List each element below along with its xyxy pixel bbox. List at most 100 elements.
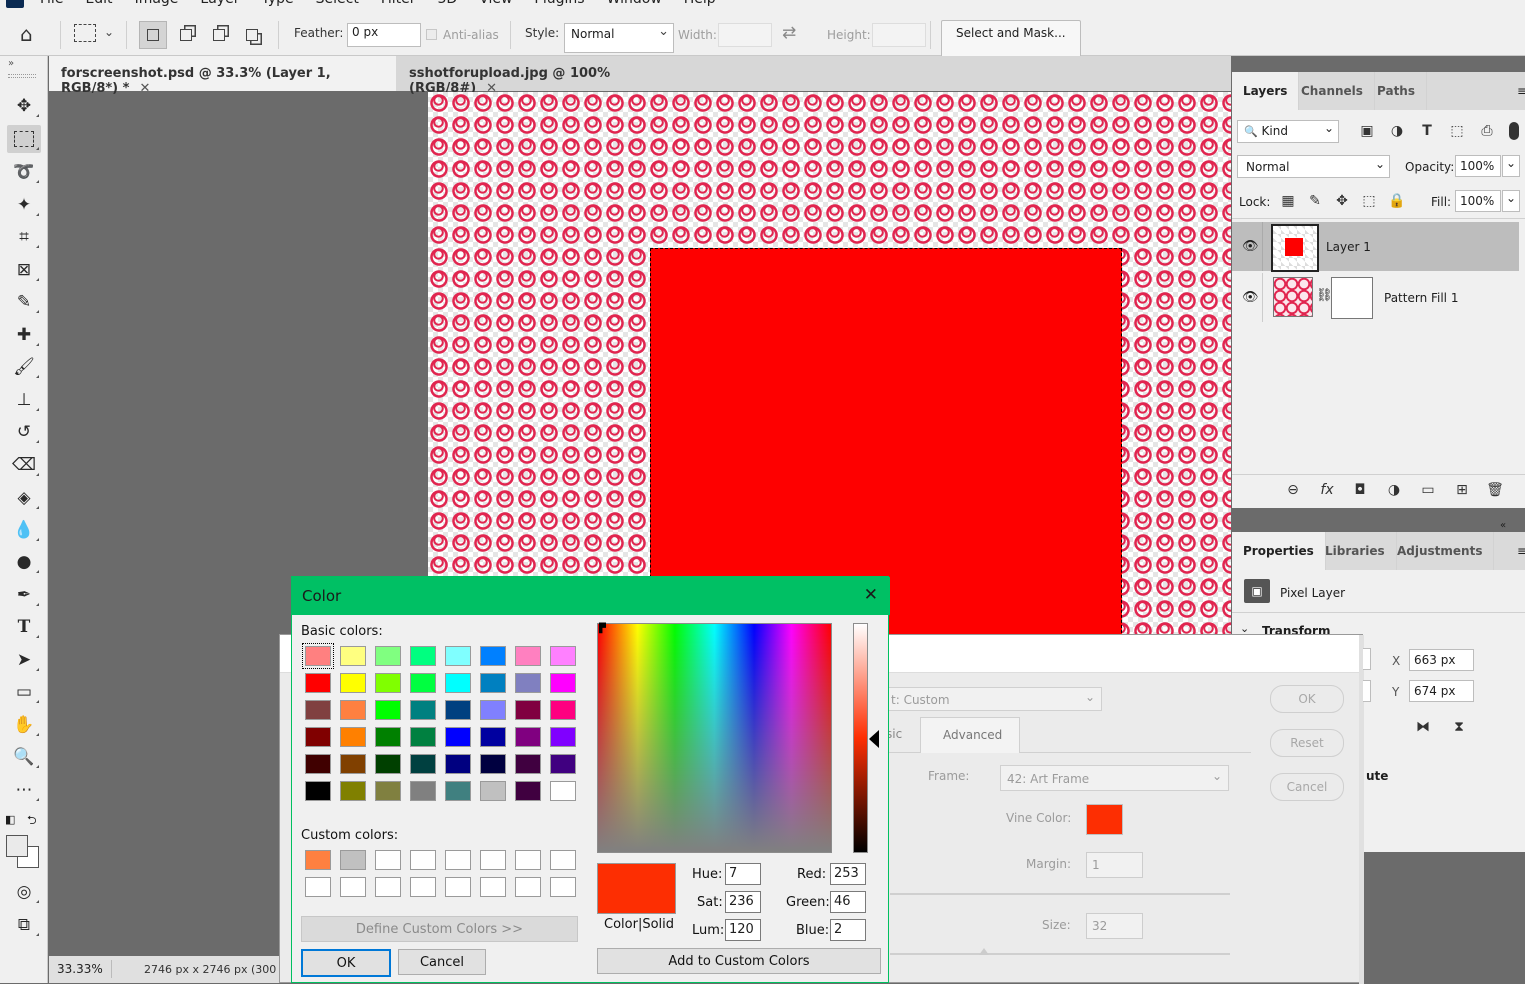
custom-color-swatch[interactable] <box>445 877 471 897</box>
basic-color-swatch[interactable] <box>515 700 541 720</box>
ok-button[interactable]: OK <box>1270 685 1344 713</box>
brush-tool-icon[interactable]: 🖌 <box>7 353 41 381</box>
lock-pixels-icon[interactable]: ✎ <box>1306 192 1324 210</box>
new-layer-icon[interactable]: ⊞ <box>1453 481 1471 499</box>
zoom-level[interactable]: 33.33% <box>57 962 103 976</box>
crop-tool-icon[interactable]: ⌗ <box>7 223 41 251</box>
basic-color-swatch[interactable] <box>340 754 366 774</box>
lock-artboard-icon[interactable]: ⬚ <box>1360 192 1378 210</box>
basic-color-swatch[interactable] <box>550 781 576 801</box>
lasso-tool-icon[interactable]: ➰ <box>7 158 41 186</box>
red-input[interactable]: 253 <box>830 863 866 885</box>
basic-color-swatch[interactable] <box>410 700 436 720</box>
blue-input[interactable]: 2 <box>830 919 866 941</box>
cancel-button[interactable]: Cancel <box>398 949 486 975</box>
basic-color-swatch[interactable] <box>480 781 506 801</box>
type-filter-icon[interactable]: T <box>1418 122 1436 140</box>
cancel-button[interactable]: Cancel <box>1270 773 1344 801</box>
blur-tool-icon[interactable]: 💧 <box>7 516 41 544</box>
swap-colors-icon[interactable]: ⮌ <box>27 811 37 832</box>
basic-color-swatch[interactable] <box>550 646 576 666</box>
tab-forscreenshot[interactable]: forscreenshot.psd @ 33.3% (Layer 1, RGB/… <box>49 56 396 96</box>
magic-wand-tool-icon[interactable]: ✦ <box>7 191 41 219</box>
color-dialog-titlebar[interactable]: Color ✕ <box>292 577 890 615</box>
image-filter-icon[interactable]: ▣ <box>1358 122 1376 140</box>
luminance-slider[interactable] <box>853 623 868 853</box>
fill-input[interactable]: 100% <box>1455 190 1501 212</box>
tab-adjustments[interactable]: Adjustments <box>1386 532 1495 570</box>
basic-color-swatch[interactable] <box>445 781 471 801</box>
basic-color-swatch[interactable] <box>515 781 541 801</box>
lock-position-icon[interactable]: ✥ <box>1333 192 1351 210</box>
basic-color-swatch[interactable] <box>410 754 436 774</box>
menu-item[interactable]: Filter <box>381 0 416 7</box>
basic-color-swatch[interactable] <box>305 754 331 774</box>
menu-item[interactable]: Type <box>261 0 293 7</box>
size-slider-handle[interactable] <box>979 948 989 955</box>
new-group-icon[interactable]: ▭ <box>1419 481 1437 499</box>
fx-icon[interactable]: fx <box>1318 481 1336 499</box>
size-input[interactable]: 32 <box>1086 913 1143 939</box>
select-and-mask-button[interactable]: Select and Mask... <box>941 20 1081 59</box>
y-input[interactable]: 674 px <box>1409 680 1474 702</box>
basic-color-swatch[interactable] <box>340 646 366 666</box>
filter-toggle[interactable] <box>1509 122 1519 140</box>
shape-filter-icon[interactable]: ⬚ <box>1448 122 1466 140</box>
layer-row-pattern-fill-1[interactable]: 👁 ⛓ Pattern Fill 1 <box>1232 273 1519 322</box>
tab-paths[interactable]: Paths <box>1366 72 1427 110</box>
basic-color-swatch[interactable] <box>480 673 506 693</box>
eye-icon[interactable]: 👁 <box>1242 290 1259 305</box>
marquee-tool-icon[interactable] <box>7 125 41 153</box>
vine-color-swatch[interactable] <box>1086 804 1123 835</box>
smart-object-filter-icon[interactable]: ⎙ <box>1478 122 1496 140</box>
menu-item[interactable]: Edit <box>85 0 112 7</box>
adjustment-filter-icon[interactable]: ◑ <box>1388 122 1406 140</box>
screen-mode-icon[interactable]: ⧉ <box>7 911 41 939</box>
move-tool-icon[interactable]: ✥ <box>7 92 41 120</box>
basic-color-swatch[interactable] <box>305 727 331 747</box>
custom-color-swatch[interactable] <box>305 877 331 897</box>
custom-color-swatch[interactable] <box>305 850 331 870</box>
paint-bucket-tool-icon[interactable]: ◈ <box>7 484 41 512</box>
home-icon[interactable]: ⌂ <box>20 22 48 48</box>
menu-item[interactable]: Help <box>684 0 716 7</box>
quick-mask-icon[interactable]: ◎ <box>7 878 41 906</box>
crosshair-cursor[interactable]: ▛ <box>599 625 608 634</box>
basic-color-swatch[interactable] <box>410 673 436 693</box>
custom-color-swatch[interactable] <box>340 850 366 870</box>
menu-item[interactable]: Image <box>135 0 179 7</box>
panel-menu-icon[interactable]: ≡ <box>1517 84 1525 98</box>
panel-collapse-icon[interactable]: « <box>1500 520 1506 531</box>
basic-color-swatch[interactable] <box>375 781 401 801</box>
basic-color-swatch[interactable] <box>375 727 401 747</box>
flip-vertical-icon[interactable]: ⧗ <box>1450 718 1468 736</box>
basic-color-swatch[interactable] <box>410 646 436 666</box>
basic-color-swatch[interactable] <box>375 673 401 693</box>
custom-color-swatch[interactable] <box>375 850 401 870</box>
basic-color-swatch[interactable] <box>375 700 401 720</box>
type-tool-icon[interactable]: T <box>7 613 41 641</box>
basic-color-swatch[interactable] <box>480 754 506 774</box>
luminance-arrow-icon[interactable] <box>869 730 879 748</box>
menu-item[interactable]: File <box>40 0 63 7</box>
sat-input[interactable]: 236 <box>725 891 761 913</box>
tab-sshotforupload[interactable]: sshotforupload.jpg @ 100% (RGB/8#) ✕ <box>397 56 687 96</box>
basic-color-swatch[interactable] <box>410 781 436 801</box>
basic-color-swatch[interactable] <box>550 700 576 720</box>
kind-filter-select[interactable]: 🔍 Kind ⌄ <box>1237 120 1339 143</box>
antialias-checkbox[interactable] <box>426 29 437 40</box>
blend-mode-select[interactable]: Normal ⌄ <box>1237 155 1390 178</box>
dodge-tool-icon[interactable]: ● <box>7 548 41 576</box>
menu-item[interactable]: Select <box>316 0 359 7</box>
zoom-tool-icon[interactable]: 🔍 <box>7 743 41 771</box>
size-slider[interactable] <box>890 953 1230 955</box>
basic-color-swatch[interactable] <box>445 673 471 693</box>
tab-advanced[interactable]: Advanced <box>920 717 1020 753</box>
add-selection-button[interactable] <box>172 21 200 49</box>
custom-color-swatch[interactable] <box>515 877 541 897</box>
clone-stamp-tool-icon[interactable]: ⊥ <box>7 386 41 414</box>
frame-select[interactable]: 42: Art Frame ⌄ <box>1000 765 1229 791</box>
default-colors-icon[interactable]: ◧ <box>5 813 15 826</box>
hue-input[interactable]: 7 <box>725 863 761 885</box>
menu-item[interactable]: Window <box>607 0 662 7</box>
